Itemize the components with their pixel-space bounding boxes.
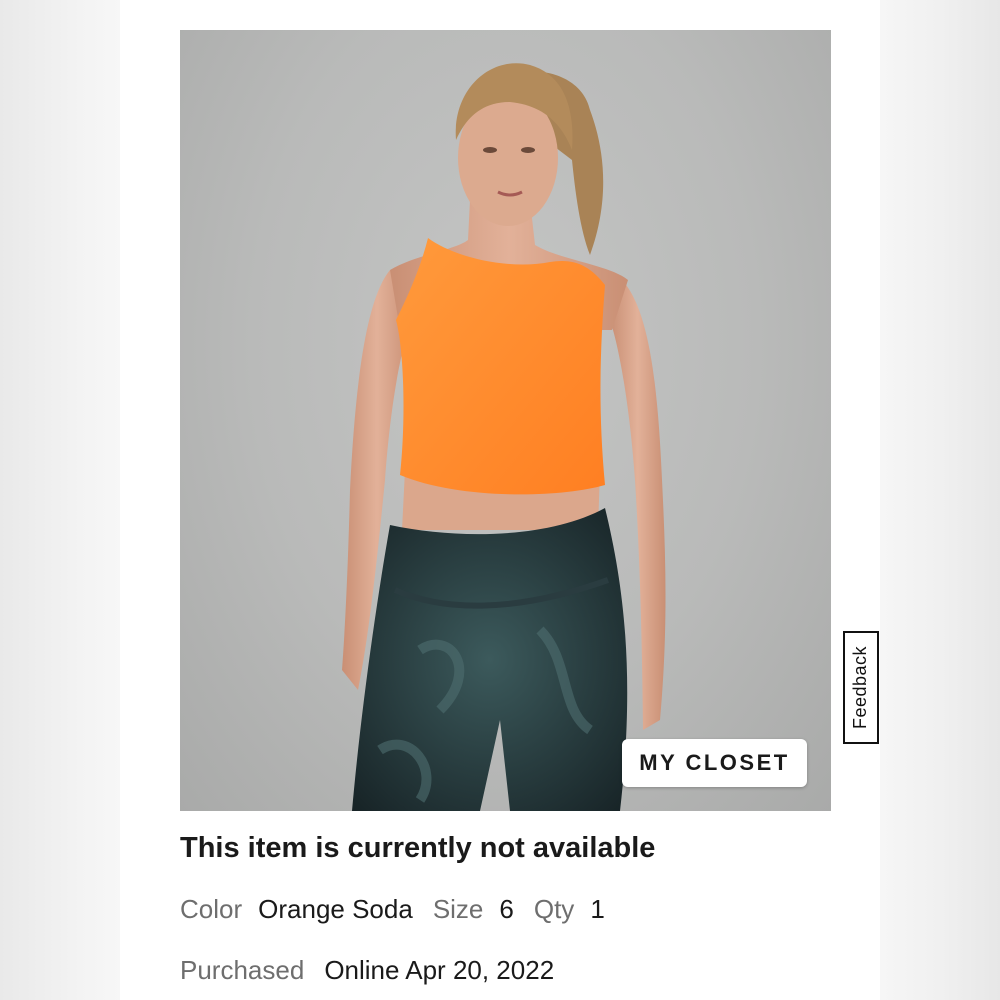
availability-status: This item is currently not available [180,832,656,864]
product-image[interactable] [180,30,831,811]
model-illustration [342,63,666,811]
size-value: 6 [499,894,514,924]
feedback-label: Feedback [850,645,871,730]
size-label: Size [432,894,484,924]
my-closet-button[interactable]: MY CLOSET [622,739,807,787]
feedback-tab[interactable]: Feedback [843,631,879,744]
purchased-value: Online Apr 20, 2022 [324,955,555,985]
qty-value: 1 [590,894,605,924]
color-value: Orange Soda [258,894,413,924]
product-details: Color Orange Soda Size 6 Qty 1 [180,894,605,925]
color-label: Color [180,894,243,924]
qty-label: Qty [533,894,575,924]
purchase-info: Purchased Online Apr 20, 2022 [180,955,554,986]
purchased-label: Purchased [180,955,305,985]
